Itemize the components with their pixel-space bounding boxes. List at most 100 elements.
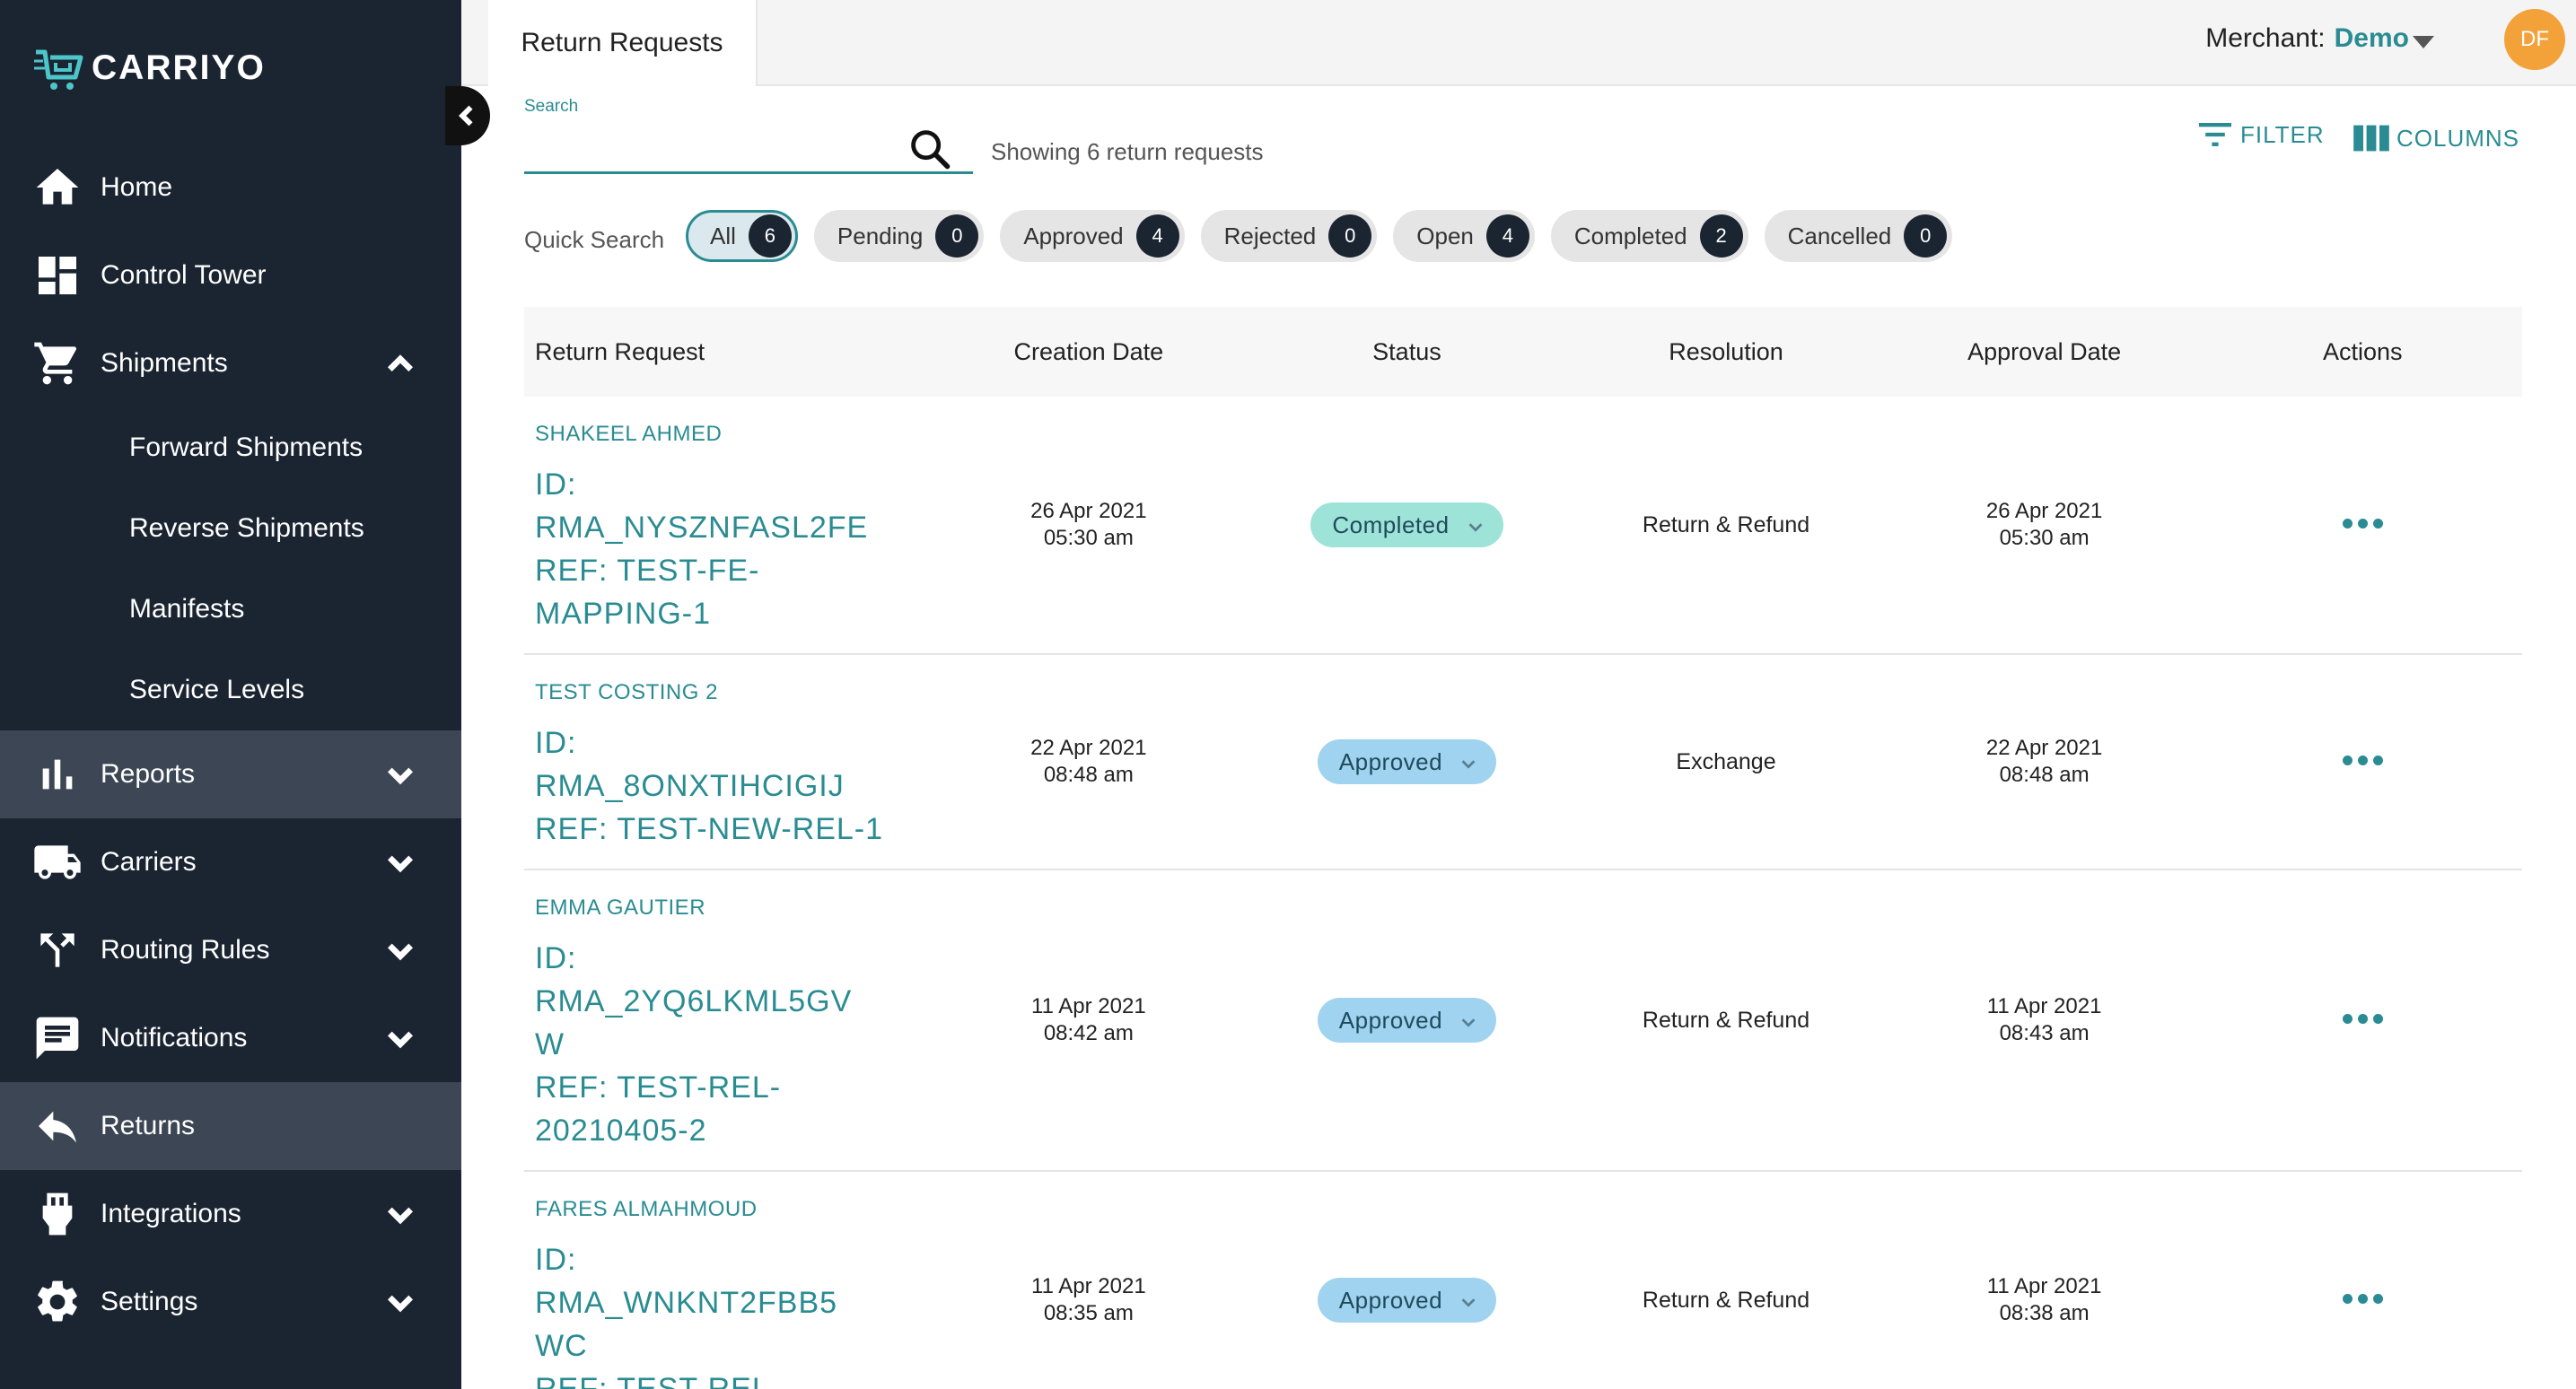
chip-label: Pending — [837, 222, 924, 249]
tab-return-requests[interactable]: Return Requests — [488, 0, 758, 86]
chip-rejected[interactable]: Rejected 0 — [1200, 210, 1378, 262]
chip-pending[interactable]: Pending 0 — [813, 210, 985, 262]
creation-date-cell: 11 Apr 2021 08:42 am — [930, 993, 1248, 1047]
header-return-request[interactable]: Return Request — [524, 338, 930, 366]
resolution-cell: Exchange — [1676, 748, 1776, 774]
chevron-down-icon — [1459, 1290, 1478, 1310]
sidebar-item-reverse-shipments[interactable]: Reverse Shipments — [0, 488, 461, 569]
return-request-link[interactable]: ID: RMA_NYSZNFASL2FE REF: TEST-FE- MAPPI… — [535, 463, 894, 635]
chevron-down-icon — [1459, 1010, 1478, 1030]
return-request-link[interactable]: ID: RMA_8ONXTIHCIGIJ REF: TEST-NEW-REL-1 — [535, 721, 894, 851]
sidebar-item-control-tower[interactable]: Control Tower — [0, 232, 461, 319]
chip-count: 0 — [1904, 214, 1948, 258]
return-request-cell: SHAKEEL AHMED ID: RMA_NYSZNFASL2FE REF: … — [524, 397, 930, 653]
header-resolution[interactable]: Resolution — [1566, 338, 1886, 366]
search-icon[interactable] — [907, 126, 953, 172]
header-status[interactable]: Status — [1248, 338, 1567, 366]
approval-date-cell: 26 Apr 2021 05:30 am — [1886, 498, 2204, 552]
table-row: TEST COSTING 2 ID: RMA_8ONXTIHCIGIJ REF:… — [524, 655, 2522, 870]
creation-time: 05:30 am — [1043, 526, 1134, 550]
brand-logo[interactable]: CARRIYO — [32, 39, 266, 97]
status-dropdown[interactable]: Approved — [1317, 739, 1497, 784]
approval-date-cell: 11 Apr 2021 08:38 am — [1886, 1273, 2204, 1327]
chevron-down-icon[interactable] — [382, 1020, 418, 1056]
more-actions-icon[interactable] — [2342, 1014, 2383, 1024]
dashboard-icon — [31, 249, 84, 302]
header-creation-date[interactable]: Creation Date — [930, 338, 1248, 366]
sidebar-item-integrations[interactable]: Integrations — [0, 1170, 461, 1258]
status-dropdown[interactable]: Approved — [1317, 1278, 1497, 1323]
columns-icon — [2353, 125, 2389, 152]
more-actions-icon[interactable] — [2342, 519, 2383, 529]
actions-cell — [2203, 1292, 2522, 1308]
customer-name[interactable]: SHAKEEL AHMED — [535, 422, 930, 447]
chip-approved[interactable]: Approved 4 — [1000, 210, 1185, 262]
chevron-down-icon[interactable] — [382, 1284, 418, 1320]
sidebar-item-manifests[interactable]: Manifests — [0, 569, 461, 650]
chip-open[interactable]: Open 4 — [1393, 210, 1535, 262]
resolution-cell: Return & Refund — [1642, 1007, 1810, 1033]
chip-label: Cancelled — [1787, 222, 1892, 249]
customer-name[interactable]: FARES ALMAHMOUD — [535, 1197, 930, 1222]
chevron-down-icon[interactable] — [382, 932, 418, 968]
status-label: Completed — [1332, 511, 1450, 538]
sidebar-item-service-levels[interactable]: Service Levels — [0, 650, 461, 730]
chip-cancelled[interactable]: Cancelled 0 — [1764, 210, 1953, 262]
approval-date: 11 Apr 2021 — [1986, 994, 2102, 1018]
reply-icon — [31, 1099, 84, 1153]
status-dropdown[interactable]: Completed — [1310, 502, 1503, 547]
status-dropdown[interactable]: Approved — [1317, 998, 1497, 1043]
chevron-down-icon[interactable] — [382, 1196, 418, 1232]
collapse-sidebar-button[interactable] — [445, 86, 490, 145]
chip-label: Completed — [1573, 222, 1687, 249]
avatar[interactable]: DF — [2504, 9, 2565, 70]
sidebar-item-label: Carriers — [101, 847, 197, 877]
sidebar-item-home[interactable]: Home — [0, 144, 461, 232]
return-request-link[interactable]: ID: RMA_WNKNT2FBB5 WC REF: TEST-REL- — [535, 1238, 894, 1389]
sidebar-item-reports[interactable]: Reports — [0, 730, 461, 818]
id-line: ID: — [535, 726, 577, 760]
chip-all[interactable]: All 6 — [686, 210, 798, 262]
id-line: REF: TEST-NEW-REL-1 — [535, 812, 884, 846]
merchant-selector[interactable]: Merchant: Demo — [2205, 23, 2434, 54]
id-line: WC — [535, 1329, 588, 1363]
creation-time: 08:48 am — [1043, 763, 1134, 787]
approval-time: 08:43 am — [1999, 1021, 2090, 1045]
id-line: REF: TEST-REL- — [535, 1070, 782, 1105]
more-actions-icon[interactable] — [2342, 756, 2383, 765]
filter-label: FILTER — [2240, 120, 2325, 148]
sidebar-item-settings[interactable]: Settings — [0, 1258, 461, 1346]
return-request-link[interactable]: ID: RMA_2YQ6LKML5GV W REF: TEST-REL- 202… — [535, 937, 894, 1152]
chevron-down-icon[interactable] — [382, 844, 418, 880]
filter-button[interactable]: FILTER — [2195, 118, 2325, 151]
creation-time: 08:35 am — [1043, 1301, 1134, 1325]
routing-icon — [31, 923, 84, 977]
message-icon — [31, 1011, 84, 1065]
status-cell: Approved — [1248, 1278, 1567, 1323]
search-input[interactable] — [524, 120, 919, 170]
sidebar-item-label: Settings — [101, 1287, 198, 1316]
table-row: SHAKEEL AHMED ID: RMA_NYSZNFASL2FE REF: … — [524, 397, 2522, 655]
sidebar-item-forward-shipments[interactable]: Forward Shipments — [0, 407, 461, 488]
more-actions-icon[interactable] — [2342, 1294, 2383, 1304]
chevron-down-icon[interactable] — [382, 756, 418, 792]
sidebar-item-carriers[interactable]: Carriers — [0, 818, 461, 906]
return-requests-table: Return Request Creation Date Status Reso… — [524, 307, 2522, 1389]
id-line: 20210405-2 — [535, 1114, 707, 1148]
sidebar-item-label: Notifications — [101, 1023, 248, 1053]
sidebar-item-routing-rules[interactable]: Routing Rules — [0, 906, 461, 994]
chip-completed[interactable]: Completed 2 — [1550, 210, 1748, 262]
sidebar-item-returns[interactable]: Returns — [0, 1082, 461, 1170]
customer-name[interactable]: TEST COSTING 2 — [535, 680, 930, 705]
sidebar-item-shipments[interactable]: Shipments — [0, 319, 461, 407]
chevron-up-icon[interactable] — [382, 345, 418, 381]
caret-down-icon — [2413, 36, 2434, 48]
header-approval-date[interactable]: Approval Date — [1886, 338, 2204, 366]
creation-date: 11 Apr 2021 — [1031, 994, 1146, 1018]
chevron-left-icon — [459, 105, 473, 127]
sidebar-item-notifications[interactable]: Notifications — [0, 994, 461, 1082]
approval-time: 08:38 am — [1999, 1301, 2090, 1325]
columns-button[interactable]: COLUMNS — [2352, 122, 2519, 154]
customer-name[interactable]: EMMA GAUTIER — [535, 895, 930, 921]
sidebar-item-label: Reverse Shipments — [129, 513, 364, 543]
